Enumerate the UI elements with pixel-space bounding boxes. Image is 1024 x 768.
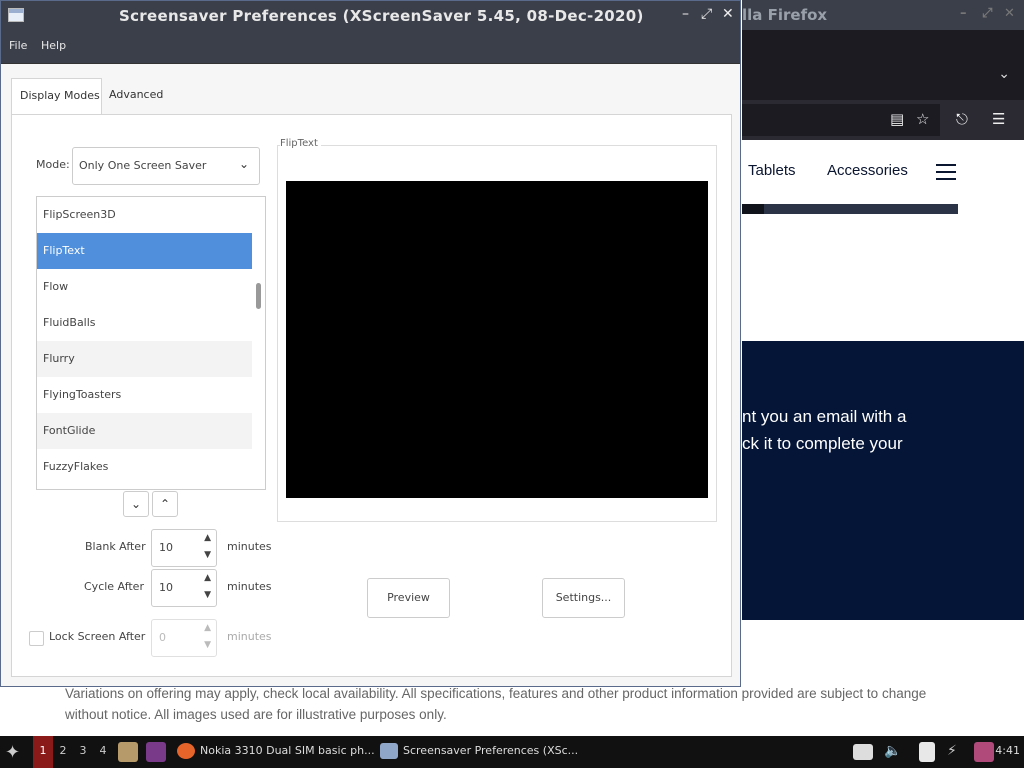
- lock-screen-checkbox[interactable]: [29, 631, 44, 646]
- preview-button[interactable]: Preview: [367, 578, 450, 618]
- clipboard-icon[interactable]: [919, 742, 935, 762]
- site-menu-icon[interactable]: [936, 164, 956, 185]
- nav-accessories[interactable]: Accessories: [827, 162, 908, 179]
- list-item[interactable]: FlipScreen3D: [37, 197, 252, 233]
- firefox-navbar: ▤ ☆ ⎋ ☰: [742, 100, 1024, 140]
- increment-icon: ▲: [204, 623, 211, 633]
- list-item-selected[interactable]: FlipText: [37, 233, 252, 269]
- firefox-title: lla Firefox: [742, 6, 828, 24]
- disclaimer-text: Variations on offering may apply, check …: [65, 683, 965, 725]
- cycle-after-value: 10: [159, 581, 173, 594]
- promo-section: nt you an email with a ck it to complete…: [742, 341, 1024, 620]
- reader-view-icon[interactable]: ▤: [890, 110, 904, 128]
- firefox-titlebar: lla Firefox – ⤢ ✕: [742, 0, 1024, 30]
- lock-after-unit: minutes: [227, 630, 272, 643]
- screenshot-tool-icon[interactable]: [974, 742, 994, 762]
- blank-after-value: 10: [159, 541, 173, 554]
- list-item[interactable]: Flurry: [37, 341, 252, 377]
- chevron-down-icon: ⌄: [238, 157, 249, 171]
- start-menu-icon[interactable]: ✦: [5, 742, 20, 763]
- mode-value: Only One Screen Saver: [79, 159, 207, 172]
- bookmark-star-icon[interactable]: ☆: [916, 110, 929, 128]
- increment-icon[interactable]: ▲: [204, 533, 211, 543]
- move-up-button[interactable]: ⌃: [152, 491, 178, 517]
- firefox-tabstrip: ⌄: [742, 30, 1024, 100]
- mode-label: Mode:: [36, 158, 70, 171]
- menu-help[interactable]: Help: [41, 39, 66, 52]
- window-titlebar[interactable]: Screensaver Preferences (XScreenSaver 5.…: [1, 1, 740, 31]
- menubar: File Help: [1, 31, 740, 64]
- network-disconnected-icon[interactable]: ⚡: [947, 743, 967, 763]
- clock: 4:41: [995, 744, 1020, 757]
- menu-file[interactable]: File: [9, 39, 27, 52]
- nav-tablets[interactable]: Tablets: [748, 162, 796, 179]
- task-firefox[interactable]: Nokia 3310 Dual SIM basic ph...: [177, 736, 375, 768]
- app-window-icon: [8, 8, 24, 22]
- blank-after-unit: minutes: [227, 540, 272, 553]
- task-screensaver[interactable]: Screensaver Preferences (XSc...: [380, 736, 578, 768]
- tray-window-icon[interactable]: [853, 744, 873, 760]
- screensaver-preferences-window: Screensaver Preferences (XScreenSaver 5.…: [0, 0, 741, 687]
- workspace-4[interactable]: 4: [93, 736, 113, 768]
- decrement-icon[interactable]: ▼: [204, 590, 211, 600]
- workspace-2[interactable]: 2: [53, 736, 73, 768]
- move-down-button[interactable]: ⌄: [123, 491, 149, 517]
- cycle-after-unit: minutes: [227, 580, 272, 593]
- lock-after-spinbox: 0 ▲ ▼: [151, 619, 217, 657]
- file-manager-icon[interactable]: [118, 742, 138, 762]
- task-screensaver-label: Screensaver Preferences (XSc...: [403, 744, 579, 757]
- hamburger-menu-icon[interactable]: ☰: [992, 110, 1005, 128]
- preview-frame-label: FlipText: [280, 138, 321, 149]
- list-item[interactable]: FuzzyFlakes: [37, 449, 252, 485]
- url-bar[interactable]: [742, 104, 940, 136]
- volume-icon[interactable]: 🔈: [884, 743, 904, 763]
- list-item[interactable]: FontGlide: [37, 413, 252, 449]
- list-scrollbar[interactable]: [256, 283, 261, 309]
- preview-area: [286, 181, 708, 498]
- workspace-1[interactable]: 1: [33, 736, 53, 768]
- tab-advanced[interactable]: Advanced: [101, 78, 171, 114]
- disclaimer-line2: without notice. All images used are for …: [65, 707, 447, 722]
- maximize-icon[interactable]: ⤢: [701, 6, 712, 22]
- firefox-icon: [177, 743, 195, 759]
- screensaver-list[interactable]: FlipScreen3D FlipText Flow FluidBalls Fl…: [36, 196, 266, 490]
- decrement-icon[interactable]: ▼: [204, 550, 211, 560]
- promo-text-line1: nt you an email with a: [742, 407, 907, 426]
- mode-select[interactable]: Only One Screen Saver ⌄: [72, 147, 260, 185]
- cycle-after-spinbox[interactable]: 10 ▲ ▼: [151, 569, 217, 607]
- tab-display-modes[interactable]: Display Modes: [11, 78, 102, 114]
- list-item[interactable]: FlyingToasters: [37, 377, 252, 413]
- close-icon[interactable]: ✕: [1004, 6, 1015, 21]
- window-title: Screensaver Preferences (XScreenSaver 5.…: [119, 7, 644, 25]
- minimize-icon[interactable]: –: [960, 6, 967, 21]
- chevron-down-icon[interactable]: ⌄: [998, 66, 1010, 82]
- lock-after-value: 0: [159, 631, 166, 644]
- close-icon[interactable]: ✕: [722, 6, 734, 22]
- list-item[interactable]: FluidBalls: [37, 305, 252, 341]
- task-firefox-label: Nokia 3310 Dual SIM basic ph...: [200, 744, 375, 757]
- minimize-icon[interactable]: –: [682, 6, 689, 22]
- decrement-icon: ▼: [204, 640, 211, 650]
- list-item[interactable]: Flow: [37, 269, 252, 305]
- lock-screen-label[interactable]: Lock Screen After: [49, 630, 145, 643]
- screensaver-icon: [380, 743, 398, 759]
- blank-after-spinbox[interactable]: 10 ▲ ▼: [151, 529, 217, 567]
- maximize-icon[interactable]: ⤢: [982, 6, 992, 21]
- extensions-icon[interactable]: ⎋: [956, 110, 968, 128]
- taskbar: ✦ 1 2 3 4 Nokia 3310 Dual SIM basic ph..…: [0, 736, 1024, 768]
- promo-text-line2: ck it to complete your: [742, 434, 903, 453]
- cycle-after-label: Cycle After: [84, 580, 144, 593]
- workspace-3[interactable]: 3: [73, 736, 93, 768]
- increment-icon[interactable]: ▲: [204, 573, 211, 583]
- terminal-icon[interactable]: [146, 742, 166, 762]
- settings-button[interactable]: Settings...: [542, 578, 625, 618]
- page-banner-bar: [742, 204, 958, 214]
- blank-after-label: Blank After: [85, 540, 146, 553]
